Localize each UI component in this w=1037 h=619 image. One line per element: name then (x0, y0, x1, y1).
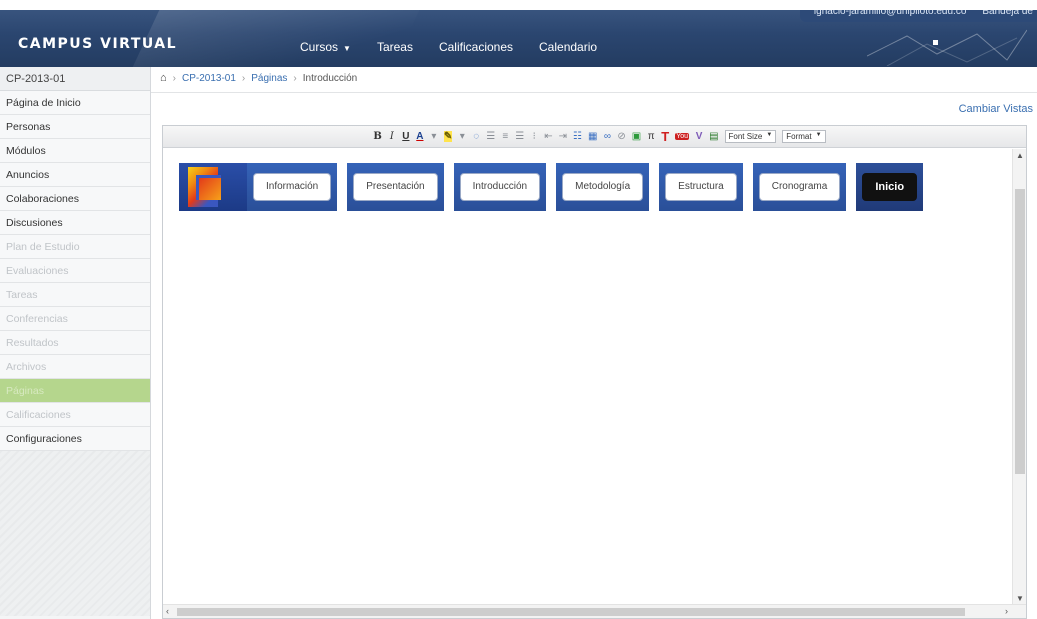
sidebar-item-conferencias[interactable]: Conferencias (0, 307, 150, 331)
chevron-down-icon: ▼ (766, 132, 773, 138)
scroll-left-icon[interactable]: ‹ (166, 606, 169, 616)
media-v-icon[interactable]: V (695, 131, 703, 142)
bold-button[interactable]: B (373, 131, 381, 142)
nav-block-estructura: Estructura (659, 163, 743, 211)
sidebar-item-plan-de-estudio[interactable]: Plan de Estudio (0, 235, 150, 259)
table-icon[interactable]: ▦ (588, 131, 597, 142)
inbox-link[interactable]: Bandeja de (982, 6, 1033, 17)
font-color-button[interactable]: A (416, 131, 424, 142)
link-icon[interactable]: ∞ (603, 131, 611, 142)
user-bar: ignacio-jaramillo@unipiloto.edu.co Bande… (799, 0, 1037, 22)
sidebar-item-pagina-de-inicio[interactable]: Página de Inicio (0, 91, 150, 115)
course-nav-inicio-button[interactable]: Inicio (862, 173, 918, 201)
rich-text-editor[interactable]: B I U A ▾ ✎ ▾ ◌ ☰ ≡ ☰ ⁝ ⇤ ⇥ ☷ ▦ ∞ ⊘ ▣ π … (162, 125, 1027, 619)
sidebar-item-anuncios[interactable]: Anuncios (0, 163, 150, 187)
top-header: CAMPUS VIRTUAL Cursos ▼ Tareas Calificaci… (0, 0, 1037, 67)
scrollbar-thumb[interactable] (1015, 189, 1025, 474)
sidebar-item-discusiones[interactable]: Discusiones (0, 211, 150, 235)
scroll-up-icon[interactable]: ▲ (1016, 151, 1024, 160)
nav-block-inicio: Inicio (856, 163, 924, 211)
cambiar-vistas-link[interactable]: Cambiar Vistas (959, 103, 1033, 115)
chevron-down-icon: ▼ (815, 132, 822, 138)
youtube-icon[interactable]: You (675, 133, 690, 140)
align-right-icon[interactable]: ☰ (515, 131, 524, 142)
nav-block-presentacion: Presentación (347, 163, 444, 211)
nav-block-cronograma: Cronograma (752, 163, 847, 211)
highlight-dropdown-icon[interactable]: ▾ (458, 131, 466, 142)
sidebar-item-archivos[interactable]: Archivos (0, 355, 150, 379)
sidebar-item-paginas[interactable]: Páginas (0, 379, 150, 403)
sidebar-item-personas[interactable]: Personas (0, 115, 150, 139)
breadcrumb-course[interactable]: CP-2013-01 (182, 73, 236, 84)
nav-calendario[interactable]: Calendario (539, 40, 597, 54)
nav-block-metodologia: Metodología (556, 163, 650, 211)
highlight-color-icon[interactable]: ✎ (443, 131, 453, 142)
sidebar-item-tareas[interactable]: Tareas (0, 283, 150, 307)
nav-cursos[interactable]: Cursos ▼ (300, 40, 351, 54)
media-film-icon[interactable]: ▤ (709, 131, 718, 142)
editor-toolbar: B I U A ▾ ✎ ▾ ◌ ☰ ≡ ☰ ⁝ ⇤ ⇥ ☷ ▦ ∞ ⊘ ▣ π … (163, 126, 1026, 148)
text-direction-icon[interactable]: T (661, 129, 669, 144)
underline-button[interactable]: U (402, 131, 410, 142)
unlink-icon[interactable]: ⊘ (617, 131, 625, 142)
align-center-icon[interactable]: ≡ (501, 131, 509, 142)
nav-block-informacion: Información (247, 163, 338, 211)
nav-calificaciones[interactable]: Calificaciones (439, 40, 513, 54)
course-nav-banner: Información Presentación Introducción Me… (179, 163, 1012, 211)
user-email-link[interactable]: ignacio-jaramillo@unipiloto.edu.co (814, 6, 966, 17)
clear-format-icon[interactable]: ◌ (472, 131, 480, 142)
course-sidebar: CP-2013-01 Página de Inicio Personas Mód… (0, 67, 151, 619)
breadcrumb-separator-icon: › (293, 72, 297, 84)
equation-icon[interactable]: π (647, 131, 655, 142)
breadcrumb-separator-icon: › (172, 72, 176, 84)
nav-block-introduccion: Introducción (453, 163, 547, 211)
sidebar-background-pattern (0, 451, 150, 616)
sidebar-course-code[interactable]: CP-2013-01 (0, 67, 150, 91)
breadcrumb-paginas[interactable]: Páginas (251, 73, 287, 84)
scrollbar-thumb[interactable] (177, 608, 965, 616)
course-nav-introduccion-button[interactable]: Introducción (459, 173, 541, 201)
course-logo-image (179, 163, 247, 211)
campus-logo[interactable]: CAMPUS VIRTUAL (18, 36, 177, 52)
italic-button[interactable]: I (388, 131, 396, 142)
scroll-right-icon[interactable]: › (1005, 606, 1008, 616)
breadcrumb-current: Introducción (302, 72, 358, 84)
header-decoration-icon (867, 29, 1027, 66)
course-nav-informacion-button[interactable]: Información (253, 173, 332, 201)
scroll-down-icon[interactable]: ▼ (1016, 594, 1024, 603)
sidebar-item-configuraciones[interactable]: Configuraciones (0, 427, 150, 451)
image-icon[interactable]: ▣ (632, 131, 641, 142)
course-nav-cronograma-button[interactable]: Cronograma (758, 173, 841, 201)
chevron-down-icon: ▼ (343, 44, 351, 53)
sidebar-item-modulos[interactable]: Módulos (0, 139, 150, 163)
breadcrumb-separator-icon: › (241, 72, 246, 84)
course-nav-estructura-button[interactable]: Estructura (665, 173, 737, 201)
format-select[interactable]: Format ▼ (782, 130, 826, 143)
divider (151, 92, 1037, 93)
indent-icon[interactable]: ⇥ (559, 131, 567, 142)
main-nav: Cursos ▼ Tareas Calificaciones Calendario (300, 40, 597, 54)
font-size-select[interactable]: Font Size ▼ (724, 130, 777, 143)
align-left-icon[interactable]: ☰ (486, 131, 495, 142)
horizontal-scrollbar[interactable]: ‹ › (163, 604, 1026, 618)
course-nav-presentacion-button[interactable]: Presentación (353, 173, 438, 201)
editor-content[interactable]: Información Presentación Introducción Me… (163, 149, 1012, 605)
bullet-list-icon[interactable]: ⁝ (530, 131, 538, 142)
vertical-scrollbar[interactable]: ▲ ▼ (1012, 149, 1026, 605)
breadcrumb: ⌂ › CP-2013-01 › Páginas › Introducción (160, 72, 357, 84)
course-nav-metodologia-button[interactable]: Metodología (562, 173, 644, 201)
sidebar-item-evaluaciones[interactable]: Evaluaciones (0, 259, 150, 283)
font-color-dropdown-icon[interactable]: ▾ (430, 131, 438, 142)
sidebar-item-calificaciones[interactable]: Calificaciones (0, 403, 150, 427)
sidebar-item-resultados[interactable]: Resultados (0, 331, 150, 355)
outdent-icon[interactable]: ⇤ (544, 131, 552, 142)
home-icon[interactable]: ⌂ (160, 72, 167, 84)
sidebar-item-colaboraciones[interactable]: Colaboraciones (0, 187, 150, 211)
nav-tareas[interactable]: Tareas (377, 40, 413, 54)
numbered-list-icon[interactable]: ☷ (573, 131, 582, 142)
